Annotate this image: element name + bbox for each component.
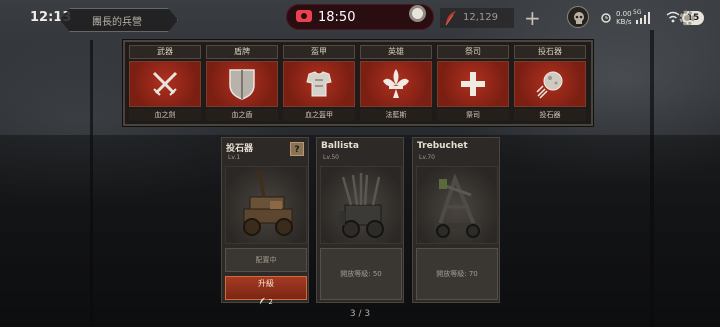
- crossed-swords-icon: [152, 71, 178, 96]
- unit-level: Lv.50: [323, 154, 339, 161]
- category-tile[interactable]: [129, 61, 201, 107]
- ballista-icon: [339, 173, 384, 238]
- record-stop-button[interactable]: [409, 5, 426, 22]
- category-hero[interactable]: 英雄 法藍斯: [360, 45, 432, 122]
- settings-gear-icon[interactable]: [676, 7, 698, 29]
- category-shield[interactable]: 盾牌 血之盾: [206, 45, 278, 122]
- category-label: 英雄: [360, 45, 432, 59]
- record-camera-icon: [296, 10, 312, 22]
- unit-card-catapult[interactable]: 投石器 Lv.1 ? 配置中 升級 2: [221, 137, 309, 306]
- status-bar: 12:13 團長的兵營 18:50 12,129 + 0.00 KB/s 5G: [0, 0, 720, 36]
- unit-card-trebuchet[interactable]: Trebuchet Lv.70 開放等級: 70: [412, 137, 500, 303]
- unit-image: [416, 166, 498, 244]
- page-title: 團長的兵營: [92, 17, 142, 28]
- tree-silhouette: [90, 40, 93, 327]
- upgrade-button[interactable]: 升級 2: [225, 276, 307, 306]
- category-catapult[interactable]: 投石器 投石器: [514, 45, 586, 122]
- category-priest[interactable]: 祭司 祭司: [437, 45, 509, 122]
- alarm-icon: [601, 13, 611, 23]
- unlock-level-text: 開放等級: 50: [320, 248, 402, 300]
- unit-card-ballista[interactable]: Ballista Lv.50 開放等級: 50: [316, 137, 404, 303]
- unit-name: Ballista: [321, 141, 359, 151]
- category-tile[interactable]: [514, 61, 586, 107]
- feather-icon: [445, 11, 456, 26]
- help-button[interactable]: ?: [290, 142, 304, 156]
- category-label: 投石器: [514, 45, 586, 59]
- category-label: 祭司: [437, 45, 509, 59]
- add-currency-button[interactable]: +: [524, 8, 541, 28]
- catapult-icon: [243, 171, 293, 236]
- category-item-name: 血之盔甲: [283, 109, 355, 121]
- fleur-de-lis-icon: [383, 69, 409, 98]
- unlock-level-text: 開放等級: 70: [416, 248, 498, 300]
- page-indicator: 3 / 3: [349, 309, 371, 319]
- category-label: 盔甲: [283, 45, 355, 59]
- recording-time: 18:50: [318, 10, 356, 25]
- category-item-name: 祭司: [437, 109, 509, 121]
- category-armor[interactable]: 盔甲 血之盔甲: [283, 45, 355, 122]
- skull-icon: [574, 12, 584, 24]
- catapult-stone-icon: [536, 71, 563, 99]
- category-tile[interactable]: [206, 61, 278, 107]
- signal-icon: [636, 12, 650, 24]
- category-tile[interactable]: [437, 61, 509, 107]
- shield-icon: [229, 69, 255, 100]
- unit-name: Trebuchet: [417, 141, 468, 151]
- deployment-status: 配置中: [225, 248, 307, 272]
- feather-icon: [260, 297, 266, 305]
- tree-silhouette: [650, 30, 654, 327]
- category-item-name: 投石器: [514, 109, 586, 121]
- equipment-category-panel: 武器 血之劍 盾牌 血之盾 盔甲 血之盔甲 英雄 法藍斯 祭司 祭司 投石器 投…: [123, 40, 593, 126]
- unit-level: Lv.70: [419, 154, 435, 161]
- category-item-name: 血之盾: [206, 109, 278, 121]
- category-item-name: 法藍斯: [360, 109, 432, 121]
- category-tile[interactable]: [283, 61, 355, 107]
- skull-menu-button[interactable]: [567, 6, 589, 28]
- currency-value: 12,129: [463, 12, 498, 23]
- category-label: 武器: [129, 45, 201, 59]
- upgrade-cost-value: 2: [268, 298, 273, 306]
- category-label: 盾牌: [206, 45, 278, 59]
- upgrade-cost: 2: [259, 297, 273, 306]
- trebuchet-icon: [435, 173, 481, 238]
- unit-level: Lv.1: [228, 154, 241, 161]
- category-item-name: 血之劍: [129, 109, 201, 121]
- upgrade-label: 升級: [258, 279, 274, 288]
- unit-name: 投石器: [226, 144, 254, 154]
- category-weapon[interactable]: 武器 血之劍: [129, 45, 201, 122]
- cross-icon: [461, 72, 485, 96]
- armor-icon: [306, 71, 332, 97]
- unit-image: [225, 166, 307, 244]
- unit-image: [320, 166, 402, 244]
- network-speed: 0.00 KB/s: [616, 10, 632, 26]
- category-tile[interactable]: [360, 61, 432, 107]
